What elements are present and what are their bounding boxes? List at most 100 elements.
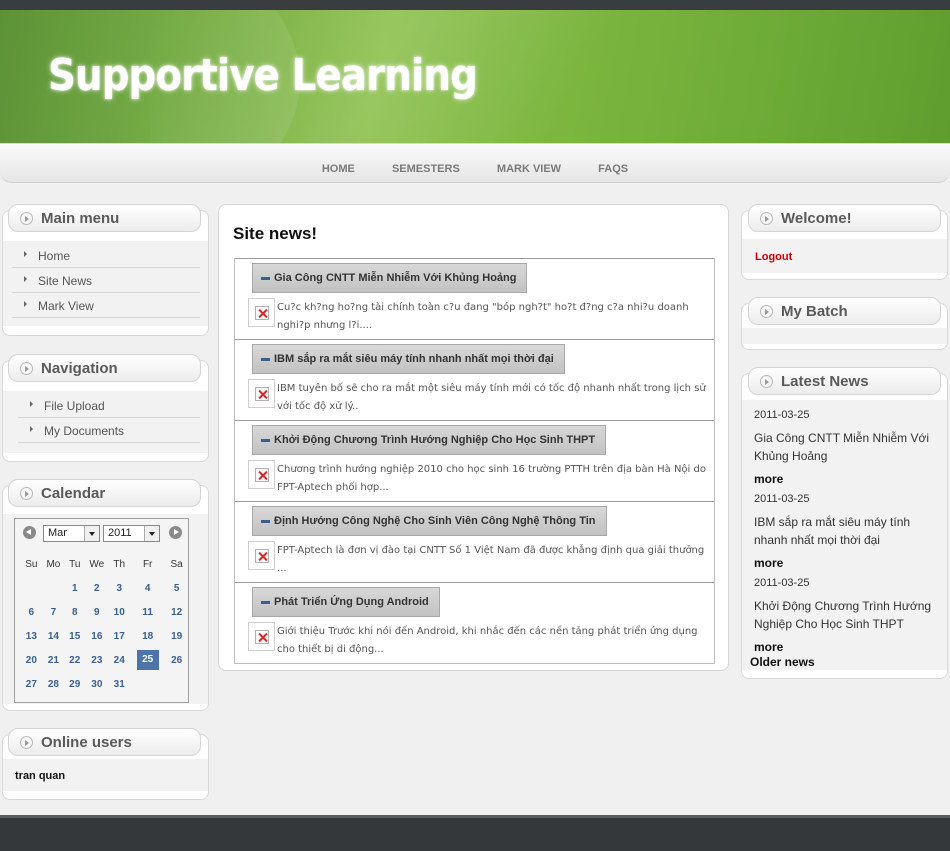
arrow-right-icon (24, 276, 27, 282)
online-users-title: Online users (41, 734, 132, 751)
menu-item-site-news[interactable]: Site News (12, 268, 200, 293)
calendar-day[interactable]: 11 (142, 607, 153, 618)
calendar-day[interactable]: 20 (26, 655, 37, 666)
header-banner: Supportive Learning (0, 10, 950, 143)
latest-news-link[interactable]: Khởi Động Chương Trình Hướng Nghiệp Cho … (754, 595, 942, 639)
news-headline-button[interactable]: Định Hướng Công Nghệ Cho Sinh Viên Công … (252, 506, 607, 536)
menu-item-mark-view[interactable]: Mark View (12, 293, 200, 318)
calendar-day[interactable]: 27 (26, 679, 37, 690)
news-headline-button[interactable]: IBM sắp ra mắt siêu máy tính nhanh nhất … (252, 344, 565, 374)
calendar-day[interactable]: 23 (91, 655, 102, 666)
welcome-header: Welcome! (748, 204, 941, 232)
calendar-cell: 26 (166, 648, 187, 672)
nav-home[interactable]: HOME (322, 163, 355, 175)
news-summary: Giới thiệu Trước khi nói đến Android, kh… (277, 626, 698, 655)
previous-month-icon[interactable] (23, 526, 36, 539)
more-link[interactable]: more (754, 555, 942, 572)
calendar-week: 13 14 15 16 17 18 19 (21, 624, 187, 648)
site-title: Supportive Learning (48, 50, 478, 101)
latest-news-header: Latest News (748, 367, 941, 395)
calendar-grid: Su Mo Tu We Th Fr Sa 1 2 3 4 5 6 7 8 9 10 11 12 13 14 15 16 17… (21, 552, 187, 696)
welcome-title: Welcome! (781, 210, 852, 227)
calendar-cell (129, 672, 166, 696)
calendar-day[interactable]: 1 (72, 583, 78, 594)
menu-item-home[interactable]: Home (12, 243, 200, 268)
calendar-day[interactable]: 21 (48, 655, 59, 666)
calendar-day[interactable]: 16 (91, 631, 102, 642)
calendar-day[interactable]: 18 (142, 631, 153, 642)
nav-mark-view[interactable]: MARK VIEW (497, 163, 561, 175)
news-headline-button[interactable]: Phát Triển Ứng Dụng Android (252, 587, 440, 617)
calendar-day[interactable]: 10 (114, 607, 125, 618)
calendar-day[interactable]: 8 (72, 607, 78, 618)
online-user-name[interactable]: tran quan (15, 770, 65, 782)
calendar-cell: 13 (21, 624, 42, 648)
news-item: Phát Triển Ứng Dụng Android Giới thiệu T… (235, 582, 714, 663)
calendar-day[interactable]: 22 (69, 655, 80, 666)
nav-semesters[interactable]: SEMESTERS (392, 163, 460, 175)
news-headline-button[interactable]: Khởi Động Chương Trình Hướng Nghiệp Cho … (252, 425, 607, 455)
calendar-day[interactable]: 13 (26, 631, 37, 642)
block-bullet-icon (760, 375, 773, 388)
calendar-day[interactable]: 12 (171, 607, 182, 618)
nav-faqs[interactable]: FAQS (598, 163, 628, 175)
calendar-cell: 20 (21, 648, 42, 672)
broken-image-icon (248, 298, 275, 327)
news-date: 2011-03-25 (754, 493, 810, 505)
calendar-cell: 19 (166, 624, 187, 648)
calendar-day[interactable]: 24 (114, 655, 125, 666)
my-batch-title: My Batch (781, 303, 848, 320)
calendar-title: Calendar (41, 485, 106, 502)
arrow-right-icon (30, 401, 33, 407)
calendar-cell: 4 (129, 576, 166, 600)
news-headline-button[interactable]: Gia Công CNTT Miễn Nhiễm Với Khủng Hoảng (252, 263, 528, 293)
calendar-controls: Mar 2011 (15, 519, 188, 547)
broken-image-icon (248, 541, 275, 570)
news-date: 2011-03-25 (754, 409, 810, 421)
logout-link[interactable]: Logout (755, 251, 792, 263)
year-select[interactable]: 2011 (103, 525, 160, 542)
calendar-day[interactable]: 26 (171, 655, 182, 666)
news-date: 2011-03-25 (754, 577, 810, 589)
more-link[interactable]: more (754, 471, 942, 488)
next-month-icon[interactable] (169, 526, 182, 539)
calendar-day[interactable]: 14 (48, 631, 59, 642)
older-news-link[interactable]: Older news (750, 655, 815, 669)
calendar-day[interactable]: 2 (94, 583, 100, 594)
weekday-label: Mo (46, 558, 61, 570)
calendar-cell: 9 (84, 600, 109, 624)
calendar-cell: 5 (166, 576, 187, 600)
calendar-day[interactable]: 5 (174, 583, 180, 594)
month-select[interactable]: Mar (43, 525, 100, 542)
calendar-day[interactable]: 7 (51, 607, 57, 618)
calendar-day[interactable]: 3 (116, 583, 122, 594)
calendar-cell: 2 (84, 576, 109, 600)
latest-news-link[interactable]: IBM sắp ra mắt siêu máy tính nhanh nhất … (754, 511, 942, 555)
calendar-day[interactable]: 31 (114, 679, 125, 690)
arrow-right-icon (24, 301, 27, 307)
calendar-cell: 14 (42, 624, 66, 648)
calendar-day-today[interactable]: 25 (136, 650, 159, 670)
nav-item-file-upload[interactable]: File Upload (18, 393, 200, 418)
calendar-cell (21, 576, 42, 600)
calendar-day[interactable]: 4 (145, 583, 151, 594)
calendar-day[interactable]: 9 (94, 607, 100, 618)
calendar-day[interactable]: 19 (171, 631, 182, 642)
main-navbar: HOME SEMESTERS MARK VIEW FAQS (0, 143, 950, 183)
weekday-label: Su (25, 558, 38, 570)
news-summary: Cu?c kh?ng ho?ng tài chính toàn c?u đang… (277, 302, 689, 331)
calendar-day[interactable]: 15 (69, 631, 80, 642)
calendar-day[interactable]: 17 (114, 631, 125, 642)
calendar-day[interactable]: 30 (91, 679, 102, 690)
calendar-cell: 10 (109, 600, 129, 624)
more-link[interactable]: more (754, 639, 942, 656)
calendar-day[interactable]: 6 (29, 607, 35, 618)
weekday-label: Tu (69, 558, 81, 570)
top-bar (0, 0, 950, 10)
calendar-day[interactable]: 28 (48, 679, 59, 690)
latest-news-link[interactable]: Gia Công CNTT Miễn Nhiễm Với Khủng Hoảng (754, 427, 942, 471)
calendar-day[interactable]: 29 (69, 679, 80, 690)
nav-item-my-documents[interactable]: My Documents (18, 418, 200, 443)
calendar-cell: 29 (65, 672, 84, 696)
calendar-cell (166, 672, 187, 696)
